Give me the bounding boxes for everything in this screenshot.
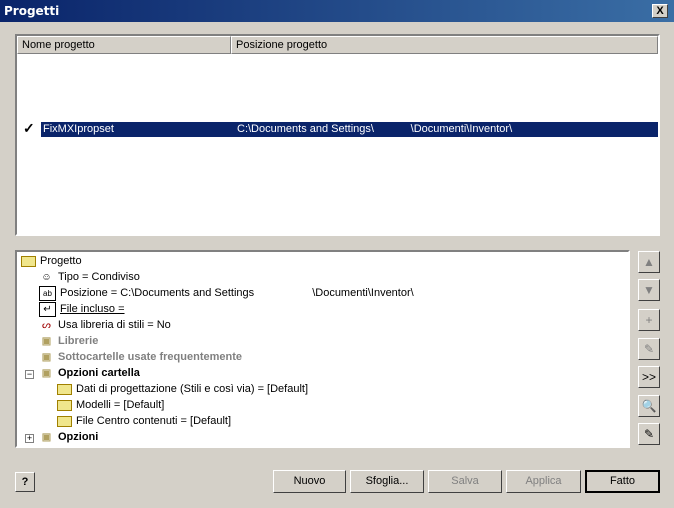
project-path: C:\Documents and Settings\ \Documenti\In… xyxy=(237,123,513,135)
title-bar: Progetti X xyxy=(0,0,674,22)
project-name: FixMXIpropset xyxy=(43,123,114,135)
configure-button[interactable]: ✎ xyxy=(638,423,660,445)
expand-toggle[interactable]: + xyxy=(25,434,34,443)
tree-item-type[interactable]: ☺ Tipo = Condiviso xyxy=(39,269,139,285)
project-row-selected[interactable]: FixMXIpropset C:\Documents and Settings\… xyxy=(41,122,658,137)
library-icon: ▣ xyxy=(41,335,52,347)
library-icon: ▣ xyxy=(41,367,52,379)
tree-item-style-library[interactable]: ᔕ Usa libreria di stili = No xyxy=(39,317,171,333)
new-button[interactable]: Nuovo xyxy=(273,470,346,493)
save-button[interactable]: Salva xyxy=(428,470,502,493)
tree-item-libraries[interactable]: ▣ Librerie xyxy=(39,333,99,349)
tree-item-options[interactable]: ▣ Opzioni xyxy=(39,429,99,445)
tree-item-design-data[interactable]: Dati di progettazione (Stili e così via)… xyxy=(57,381,308,397)
tree-item-frequent-subfolders[interactable]: ▣ Sottocartelle usate frequentemente xyxy=(39,349,242,365)
active-check-icon: ✓ xyxy=(23,120,35,136)
browse-button[interactable]: Sfoglia... xyxy=(350,470,424,493)
type-icon: ☺ xyxy=(41,271,52,283)
folder-icon xyxy=(57,399,72,411)
tree-item-folder-options[interactable]: ▣ Opzioni cartella xyxy=(39,365,140,381)
collapse-toggle[interactable]: − xyxy=(25,370,34,379)
expand-button[interactable]: >> xyxy=(638,366,660,388)
library-icon: ▣ xyxy=(41,431,52,443)
file-icon: ↵ xyxy=(39,301,56,317)
tree-item-location[interactable]: ab Posizione = C:\Documents and Settings … xyxy=(39,285,414,301)
tree-item-templates[interactable]: Modelli = [Default] xyxy=(57,397,164,413)
apply-button[interactable]: Applica xyxy=(506,470,581,493)
help-button[interactable]: ? xyxy=(15,472,35,492)
folder-icon xyxy=(57,383,72,395)
column-header-name[interactable]: Nome progetto xyxy=(17,36,231,54)
ab-icon: ab xyxy=(39,285,56,301)
library-icon: ▣ xyxy=(41,351,52,363)
folder-icon xyxy=(57,415,72,427)
window-title: Progetti xyxy=(4,4,60,18)
column-header-location[interactable]: Posizione progetto xyxy=(231,36,658,54)
tree-item-included-file[interactable]: ↵ File incluso = xyxy=(39,301,125,317)
edit-button[interactable]: ✎ xyxy=(638,338,660,360)
style-icon: ᔕ xyxy=(42,319,51,331)
project-tree[interactable]: Progetto ☺ Tipo = Condiviso ab Posizione =… xyxy=(15,250,630,448)
find-button[interactable]: 🔍 xyxy=(638,395,660,417)
tree-item-content-center[interactable]: File Centro contenuti = [Default] xyxy=(57,413,231,429)
project-row[interactable]: ✓ FixMXIpropset C:\Documents and Setting… xyxy=(21,120,658,137)
move-up-button[interactable]: ▲ xyxy=(638,251,660,273)
move-down-button[interactable]: ▼ xyxy=(638,279,660,301)
project-list[interactable]: Nome progetto Posizione progetto ✓ FixMX… xyxy=(15,34,660,236)
tree-root[interactable]: Progetto xyxy=(21,253,82,269)
add-button[interactable]: + xyxy=(638,309,660,331)
close-button[interactable]: X xyxy=(652,4,668,18)
folder-icon xyxy=(21,255,36,267)
done-button[interactable]: Fatto xyxy=(585,470,660,493)
